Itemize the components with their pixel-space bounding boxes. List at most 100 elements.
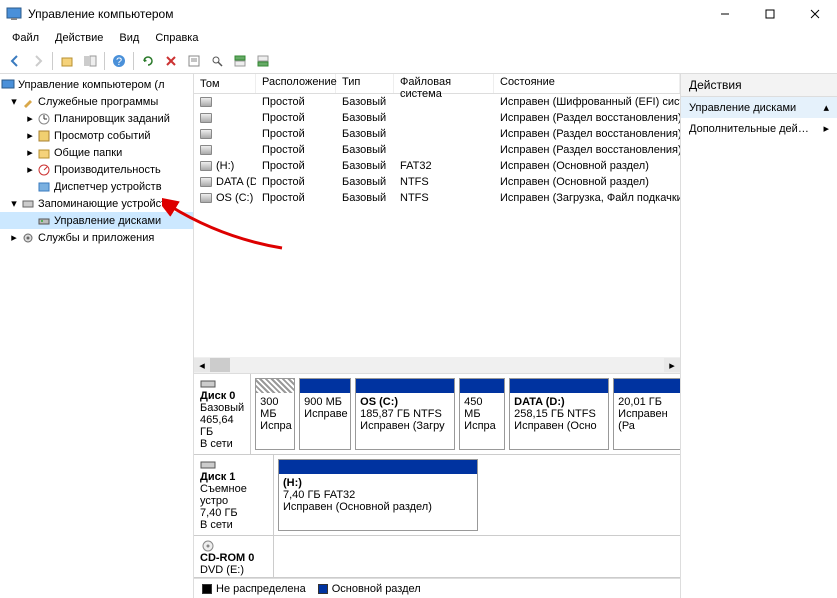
partition-name: OS (C:): [360, 396, 450, 408]
toolbar-separator: [104, 52, 105, 70]
find-button[interactable]: [206, 50, 228, 72]
clock-icon: [36, 111, 52, 127]
tree-label: Служебные программы: [38, 96, 158, 108]
tree-services[interactable]: ▸ Службы и приложения: [0, 229, 193, 246]
volume-row[interactable]: ПростойБазовыйИсправен (Раздел восстанов…: [194, 110, 680, 126]
menu-help[interactable]: Справка: [147, 30, 206, 46]
col-layout[interactable]: Расположение: [256, 74, 336, 93]
drive-icon: [200, 145, 212, 155]
actions-category[interactable]: Управление дисками ▴: [681, 97, 837, 118]
tree-utilities[interactable]: ▾ Служебные программы: [0, 93, 193, 110]
volume-status: Исправен (Основной раздел): [494, 160, 680, 172]
menu-view[interactable]: Вид: [111, 30, 147, 46]
tree-perf[interactable]: ▸ Производительность: [0, 161, 193, 178]
show-hide-tree-button[interactable]: [79, 50, 101, 72]
disk-row[interactable]: Диск 0 Базовый 465,64 ГБ В сети 300 МБИс…: [194, 374, 680, 455]
partition[interactable]: 450 МБИспра: [459, 378, 505, 450]
partition[interactable]: DATA (D:)258,15 ГБ NTFSИсправен (Осно: [509, 378, 609, 450]
partition-status: Исправе: [304, 408, 346, 420]
scroll-left-icon[interactable]: ◂: [194, 358, 210, 372]
tree-events[interactable]: ▸ Просмотр событий: [0, 127, 193, 144]
chevron-right-icon[interactable]: ▸: [8, 231, 20, 244]
col-status[interactable]: Состояние: [494, 74, 680, 93]
legend-swatch: [318, 584, 328, 594]
volume-name: (H:): [216, 160, 234, 172]
volume-list: Том Расположение Тип Файловая система Со…: [194, 74, 680, 373]
tree-shared[interactable]: ▸ Общие папки: [0, 144, 193, 161]
volume-row[interactable]: (H:)ПростойБазовыйFAT32Исправен (Основно…: [194, 158, 680, 174]
chevron-right-icon[interactable]: ▸: [24, 146, 36, 159]
disk-row[interactable]: Диск 1 Съемное устро 7,40 ГБ В сети (H:)…: [194, 455, 680, 536]
volume-row[interactable]: ПростойБазовыйИсправен (Раздел восстанов…: [194, 126, 680, 142]
legend-primary: Основной раздел: [318, 583, 421, 595]
partition-status: Исправен (Ра: [618, 408, 681, 432]
chevron-right-icon[interactable]: ▸: [24, 129, 36, 142]
partition[interactable]: OS (C:)185,87 ГБ NTFSИсправен (Загру: [355, 378, 455, 450]
tree-scheduler[interactable]: ▸ Планировщик заданий: [0, 110, 193, 127]
actions-more[interactable]: Дополнительные дей… ▸: [681, 118, 837, 139]
view-bottom-button[interactable]: [252, 50, 274, 72]
volume-row[interactable]: ПростойБазовыйИсправен (Шифрованный (EFI…: [194, 94, 680, 110]
tree-label: Службы и приложения: [38, 232, 154, 244]
col-type[interactable]: Тип: [336, 74, 394, 93]
close-button[interactable]: [792, 0, 837, 28]
tree-root[interactable]: Управление компьютером (л: [0, 76, 193, 93]
col-fs[interactable]: Файловая система: [394, 74, 494, 93]
volume-type: Базовый: [336, 112, 394, 124]
partition-header: [256, 379, 294, 393]
app-icon: [6, 6, 22, 22]
delete-button[interactable]: [160, 50, 182, 72]
up-button[interactable]: [56, 50, 78, 72]
volume-row[interactable]: OS (C:)ПростойБазовыйNTFSИсправен (Загру…: [194, 190, 680, 206]
back-button[interactable]: [4, 50, 26, 72]
chevron-down-icon[interactable]: ▾: [8, 95, 20, 108]
volume-layout: Простой: [256, 192, 336, 204]
view-top-button[interactable]: [229, 50, 251, 72]
disk-row[interactable]: CD-ROM 0 DVD (E:) Нет носителя: [194, 536, 680, 578]
disk-info: Диск 0 Базовый 465,64 ГБ В сети: [194, 374, 251, 454]
partition-status: Исправен (Осно: [514, 420, 604, 432]
volume-status: Исправен (Раздел восстановления): [494, 112, 680, 124]
disk-state: В сети: [200, 438, 244, 450]
partition-size: 20,01 ГБ: [618, 396, 681, 408]
nav-tree[interactable]: Управление компьютером (л ▾ Служебные пр…: [0, 74, 194, 598]
partition[interactable]: 300 МБИспра: [255, 378, 295, 450]
disk-map: Диск 0 Базовый 465,64 ГБ В сети 300 МБИс…: [194, 373, 680, 578]
disk-name: CD-ROM 0: [200, 552, 267, 564]
volume-row[interactable]: ПростойБазовыйИсправен (Раздел восстанов…: [194, 142, 680, 158]
partition-size: 300 МБ: [260, 396, 290, 420]
partition-name: DATA (D:): [514, 396, 604, 408]
chevron-right-icon[interactable]: ▸: [24, 163, 36, 176]
drive-icon: [200, 129, 212, 139]
menu-file[interactable]: Файл: [4, 30, 47, 46]
menu-action[interactable]: Действие: [47, 30, 111, 46]
properties-button[interactable]: [183, 50, 205, 72]
partition-body: DATA (D:)258,15 ГБ NTFSИсправен (Осно: [510, 393, 608, 435]
drive-icon: [200, 177, 212, 187]
partition[interactable]: 900 МБИсправе: [299, 378, 351, 450]
menu-bar: Файл Действие Вид Справка: [0, 28, 837, 48]
volume-layout: Простой: [256, 128, 336, 140]
partition[interactable]: (H:)7,40 ГБ FAT32Исправен (Основной разд…: [278, 459, 478, 531]
forward-button[interactable]: [27, 50, 49, 72]
partition[interactable]: 20,01 ГБИсправен (Ра: [613, 378, 681, 450]
help-button[interactable]: ?: [108, 50, 130, 72]
scroll-thumb[interactable]: [210, 358, 230, 372]
volume-type: Базовый: [336, 160, 394, 172]
minimize-button[interactable]: [702, 0, 747, 28]
disk-name: Диск 0: [200, 390, 244, 402]
h-scrollbar[interactable]: ◂ ▸: [194, 357, 680, 373]
col-volume[interactable]: Том: [194, 74, 256, 93]
tree-label: Планировщик заданий: [54, 113, 170, 125]
scroll-right-icon[interactable]: ▸: [664, 358, 680, 372]
tree-devmgr[interactable]: Диспетчер устройств: [0, 178, 193, 195]
refresh-button[interactable]: [137, 50, 159, 72]
chevron-right-icon[interactable]: ▸: [24, 112, 36, 125]
volume-layout: Простой: [256, 160, 336, 172]
volume-row[interactable]: DATA (D:)ПростойБазовыйNTFSИсправен (Осн…: [194, 174, 680, 190]
tree-label: Диспетчер устройств: [54, 181, 162, 193]
maximize-button[interactable]: [747, 0, 792, 28]
chevron-down-icon[interactable]: ▾: [8, 197, 20, 210]
tree-diskmgmt[interactable]: Управление дисками: [0, 212, 193, 229]
tree-storage[interactable]: ▾ Запоминающие устройст: [0, 195, 193, 212]
